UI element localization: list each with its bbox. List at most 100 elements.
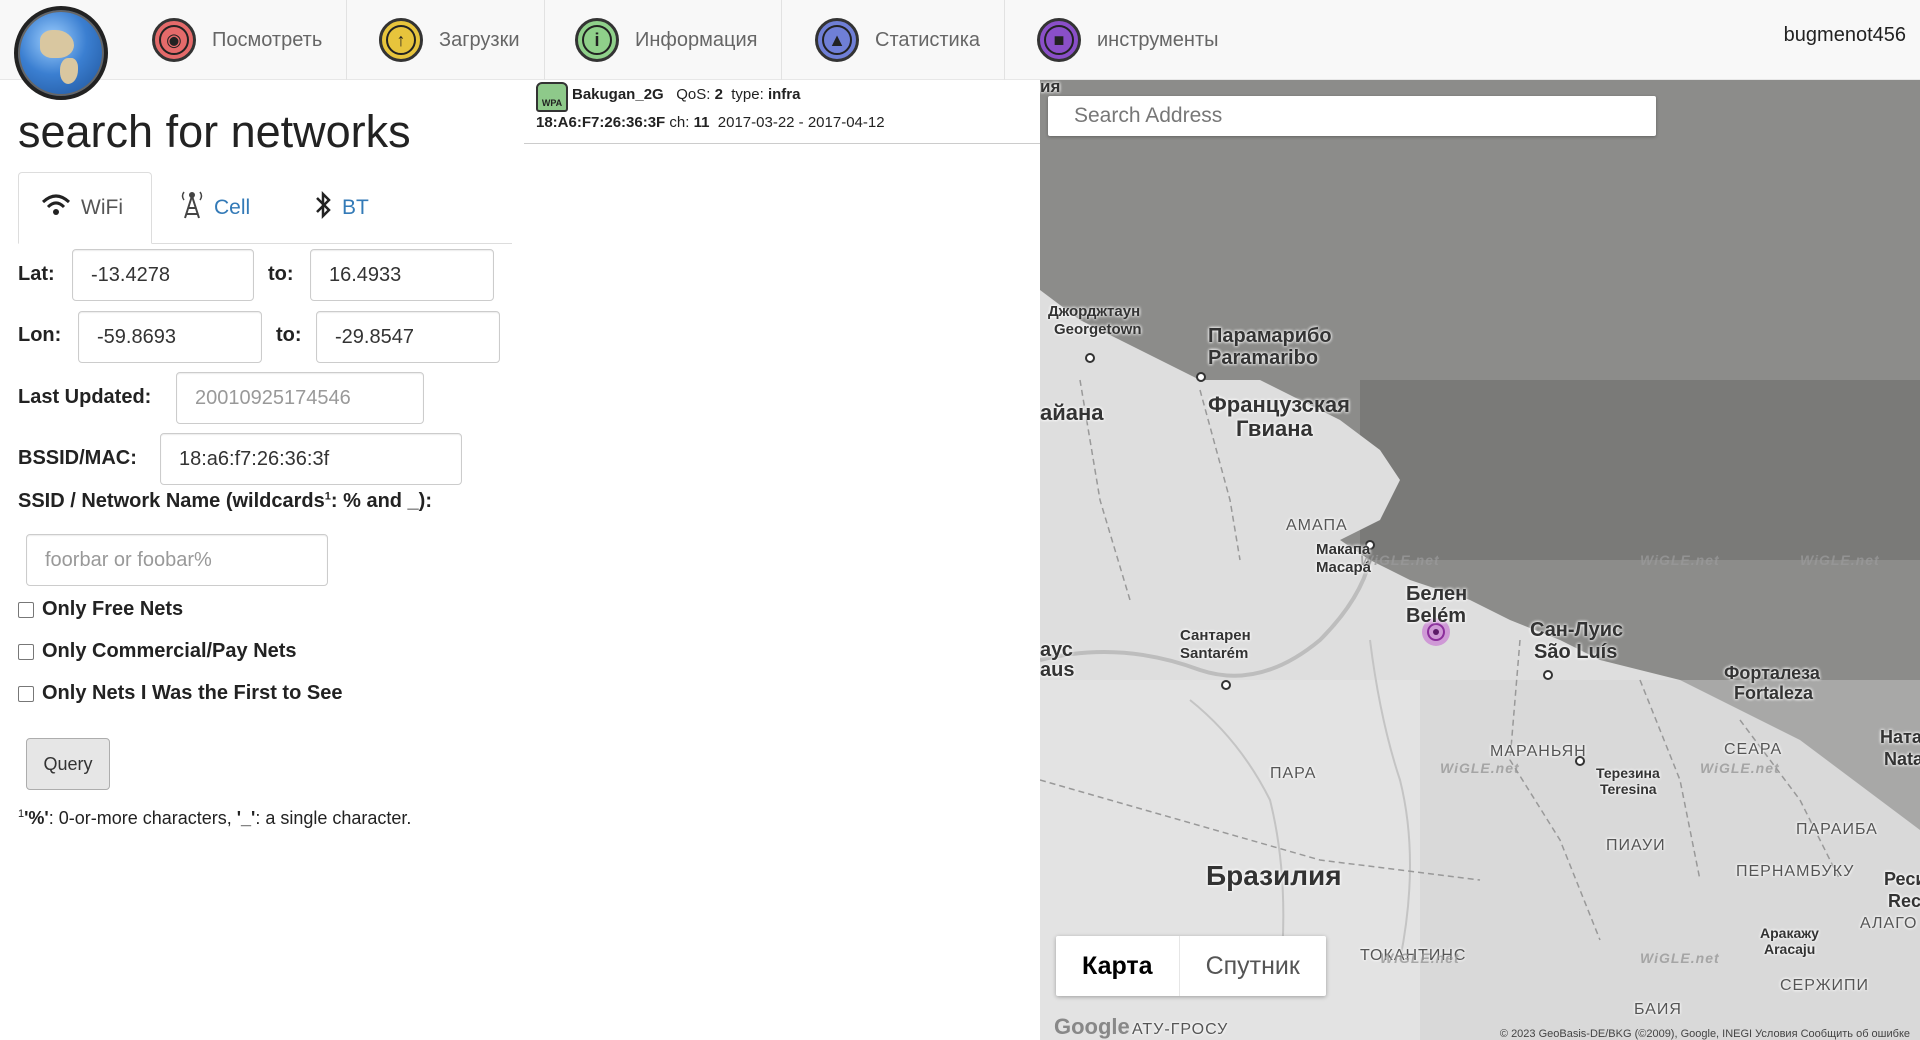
network-type-tabs: WiFi Cell BT [18,172,512,244]
last-updated-label: Last Updated: [18,386,152,408]
map-label: АЛАГО [1860,915,1918,932]
nav-stats-label: Статистика [875,28,981,51]
checkbox-label: Only Free Nets [42,598,184,620]
nav-uploads-label: Загрузки [439,28,520,51]
tab-cell[interactable]: Cell [180,172,250,244]
map-canvas [1040,80,1920,1040]
ssid-label: SSID / Network Name (wildcards1: % and _… [18,490,433,512]
checkbox-label: Only Nets I Was the First to See [42,682,343,704]
map-copyright[interactable]: © 2023 GeoBasis-DE/BKG (©2009), Google, … [1500,1028,1910,1040]
lon-label: Lon: [18,324,62,346]
lat-to-input[interactable]: 16.4933 [310,249,494,301]
bssid-label: BSSID/MAC: [18,447,137,469]
bluetooth-icon [314,190,332,226]
map-label: ПАРАИБА [1796,821,1878,838]
map-label: Belém [1406,605,1467,627]
map-watermark: WiGLE.net [1640,950,1720,966]
wildcard-footnote: 1'%': 0-or-more characters, '_': a singl… [18,808,412,828]
map-watermark: WiGLE.net [1800,552,1880,568]
nav-tools-label: инструменты [1097,28,1219,51]
lon-to-input[interactable]: -29.8547 [316,311,500,363]
checkbox-box[interactable] [18,643,34,660]
map-label: Fortaleza [1734,683,1814,703]
map-label: Форталеза [1724,663,1820,683]
map-label: Paramaribo [1208,347,1319,369]
map-watermark: WiGLE.net [1440,760,1520,776]
info-icon: i [575,18,619,62]
result-summary: Bakugan_2G QoS: 2 type: infra [572,86,801,103]
page-title: search for networks [18,106,411,157]
lat-label: Lat: [18,263,55,285]
last-updated-input[interactable]: 20010925174546 [176,372,424,424]
checkbox-label: Only Commercial/Pay Nets [42,640,297,662]
nav-tools[interactable]: ■ инструменты [1015,0,1243,80]
tab-bt[interactable]: BT [314,172,369,244]
map-search-input[interactable]: Search Address [1048,96,1656,136]
map-watermark: WiGLE.net [1700,760,1780,776]
nav-view[interactable]: ◉ Посмотреть [130,0,348,80]
ssid-input[interactable]: foorbar or foobar% [26,534,328,586]
map-label: Aracaju [1764,941,1816,957]
google-logo: Google [1054,1014,1130,1039]
tab-cell-label: Cell [214,196,251,219]
results-list: WPA Bakugan_2G QoS: 2 type: infra 18:A6:… [524,80,1040,1040]
lock-icon: WPA [536,82,568,112]
top-navbar: ◉ Посмотреть ↑ Загрузки i Информация ▲ С… [0,0,1920,80]
map-label: АТУ-ГРОСУ [1132,1021,1229,1038]
bssid-input[interactable]: 18:a6:f7:26:36:3f [160,433,462,485]
lon-from-input[interactable]: -59.8693 [78,311,262,363]
map-label: СЕРЖИПИ [1780,977,1869,994]
stats-icon: ▲ [815,18,859,62]
map-type-map-button[interactable]: Карта [1056,936,1180,996]
query-button[interactable]: Query [26,738,110,790]
nav-info[interactable]: i Информация [553,0,783,80]
list-item[interactable]: WPA Bakugan_2G QoS: 2 type: infra 18:A6:… [524,80,1040,144]
globe-logo-icon[interactable] [14,6,108,100]
tools-icon: ■ [1037,18,1081,62]
tab-wifi[interactable]: WiFi [18,172,152,244]
map-label: МАРАНЬЯН [1490,743,1587,760]
map-watermark: WiGLE.net [1380,950,1460,966]
map-label: Бразилия [1206,860,1342,891]
only-free-nets-checkbox[interactable]: Only Free Nets [18,598,183,621]
cell-tower-icon [180,190,204,226]
user-name-link[interactable]: bugmenot456 [1784,24,1906,47]
checkbox-box[interactable] [18,685,34,702]
checkbox-box[interactable] [18,601,34,618]
map-label: Джорджтаун [1048,303,1141,320]
map-label: aus [1040,659,1075,681]
map-label: Гвиана [1236,416,1313,441]
lat-from-input[interactable]: -13.4278 [72,249,254,301]
nav-stats[interactable]: ▲ Статистика [793,0,1006,80]
tab-wifi-label: WiFi [81,196,123,219]
map-label: Французская [1208,392,1350,417]
nav-uploads[interactable]: ↑ Загрузки [357,0,545,80]
map-label: Georgetown [1054,321,1142,338]
map-label: айана [1040,400,1104,425]
map-label: ия [1040,80,1061,96]
map-label: Сантарен [1180,627,1251,644]
map-label: São Luís [1534,641,1618,663]
nav-info-label: Информация [635,28,758,51]
map-label: ПЕРНАМБУКУ [1736,863,1855,880]
map-label: СЕАРА [1724,741,1783,758]
map-view[interactable]: Search Address ия Джорджтаун Georgetown … [1040,80,1920,1040]
map-label: аус [1040,639,1073,661]
lat-to-label: to: [268,263,294,285]
map-label: ПИАУИ [1606,837,1666,854]
map-label: Белен [1406,583,1468,605]
map-type-satellite-button[interactable]: Спутник [1180,936,1326,996]
map-label: Ресиф [1884,869,1920,889]
lon-to-label: to: [276,324,302,346]
map-label: Recif [1888,891,1920,911]
map-label: Сан-Луис [1530,619,1624,641]
only-first-seen-checkbox[interactable]: Only Nets I Was the First to See [18,682,342,705]
only-commercial-nets-checkbox[interactable]: Only Commercial/Pay Nets [18,640,297,663]
map-label: Натал [1880,727,1920,747]
result-details: 18:A6:F7:26:36:3F ch: 11 2017-03-22 - 20… [536,114,885,131]
map-label: Teresina [1600,781,1657,797]
map-watermark: WiGLE.net [1640,552,1720,568]
map-label: Терезина [1596,765,1660,781]
map-label: АМАПА [1286,517,1348,534]
map-label: Парамарибо [1208,325,1332,347]
